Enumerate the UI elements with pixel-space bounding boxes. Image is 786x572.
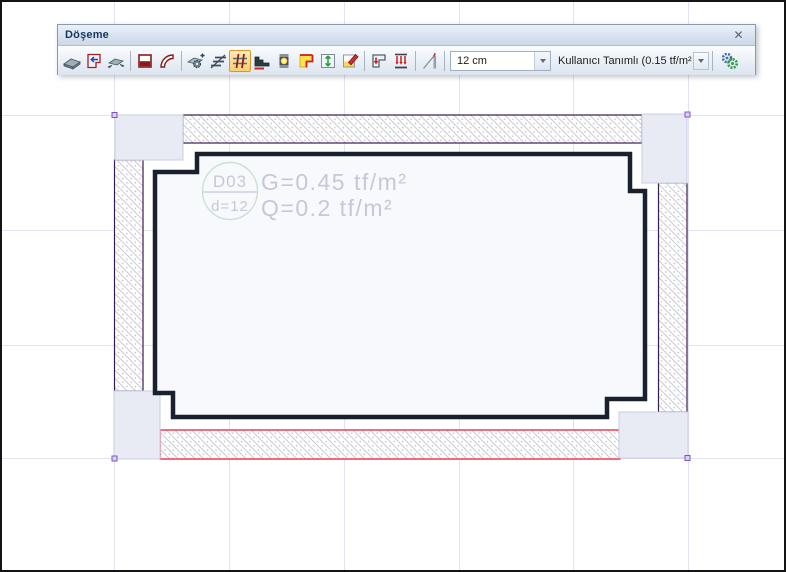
- slab-loads-button[interactable]: [390, 50, 412, 72]
- corner-region-button[interactable]: [295, 50, 317, 72]
- slab-properties-icon: [187, 53, 205, 68]
- column-bottom-right[interactable]: [618, 411, 689, 459]
- gear-icon: [721, 52, 738, 69]
- slab-thickness-text: d=12: [211, 198, 249, 215]
- chevron-down-icon: [698, 58, 704, 63]
- dead-load-text: G=0.45 tf/m²: [261, 169, 407, 195]
- toolbar-separator: [181, 50, 182, 71]
- window-title: Döşeme: [65, 29, 109, 41]
- window-titlebar[interactable]: Döşeme ✕: [58, 25, 755, 46]
- hatch-lines-button[interactable]: [207, 50, 229, 72]
- modify-region-button[interactable]: [339, 50, 361, 72]
- toolbar-separator: [130, 50, 131, 71]
- panel-region-icon: [138, 53, 152, 68]
- column-top-left[interactable]: [114, 114, 184, 161]
- wall-top[interactable]: [182, 114, 643, 144]
- curved-edge-button[interactable]: [156, 50, 178, 72]
- toolbar-separator: [444, 50, 445, 71]
- slab-icon: [63, 58, 81, 70]
- close-icon[interactable]: ✕: [731, 27, 746, 42]
- grip-top-left[interactable]: [111, 112, 118, 118]
- slab-properties-button[interactable]: [185, 50, 207, 72]
- slab-mirror-button[interactable]: [105, 50, 127, 72]
- vertical-extent-icon: [321, 53, 335, 68]
- load-dropdown-button[interactable]: [693, 51, 709, 70]
- slab-thickness-value: 12 cm: [457, 54, 487, 67]
- slab-tool-button[interactable]: [61, 50, 83, 72]
- axes-grid-button[interactable]: [229, 49, 251, 72]
- settings-button[interactable]: [718, 50, 740, 72]
- slab-loads-icon: [395, 53, 407, 68]
- wall-bottom-selected[interactable]: [159, 429, 621, 460]
- vertical-extent-button[interactable]: [317, 50, 339, 72]
- inclined-slab-button[interactable]: [419, 50, 441, 72]
- curved-edge-icon: [160, 53, 174, 68]
- thickness-dropdown-button[interactable]: [534, 51, 550, 70]
- modify-region-icon: [343, 53, 359, 67]
- axes-grid-icon: [233, 53, 247, 68]
- wall-left[interactable]: [113, 159, 144, 392]
- grip-bottom-right[interactable]: [684, 455, 691, 461]
- drop-panel-button[interactable]: [368, 50, 390, 72]
- grip-top-right[interactable]: [684, 111, 691, 118]
- slab-load-combobox[interactable]: Kullanıcı Tanımlı (0.15 tf/m²: [556, 51, 709, 71]
- toolbar-separator: [712, 50, 713, 71]
- stepped-slab-button[interactable]: [251, 50, 273, 72]
- column-top-right[interactable]: [641, 113, 688, 184]
- slab-light-icon: [279, 53, 289, 68]
- slab-label: D03 d=12 G=0.45 tf/m² Q=0.2 tf/m²: [201, 161, 407, 221]
- drop-panel-icon: [372, 53, 386, 68]
- slab-light-button[interactable]: [273, 50, 295, 72]
- column-bottom-left[interactable]: [113, 390, 161, 460]
- slab-load-value: Kullanıcı Tanımlı (0.15 tf/m²: [558, 54, 692, 67]
- stepped-slab-icon: [254, 56, 270, 69]
- slab-toolbar: 12 cm Kullanıcı Tanımlı (0.15 tf/m²: [58, 46, 755, 75]
- panel-region-button[interactable]: [134, 50, 156, 72]
- grip-bottom-left[interactable]: [111, 455, 118, 462]
- toolbar-separator: [415, 50, 416, 71]
- slab-thickness-combobox[interactable]: 12 cm: [450, 50, 551, 71]
- toolbar-separator: [364, 50, 365, 71]
- corner-region-icon: [299, 53, 314, 67]
- hatch-lines-icon: [210, 54, 226, 68]
- inclined-slab-icon: [423, 52, 437, 69]
- drawing-canvas[interactable]: D03 d=12 G=0.45 tf/m² Q=0.2 tf/m²: [0, 0, 786, 572]
- slab-by-outline-button[interactable]: [83, 50, 105, 72]
- slab-by-outline-icon: [87, 53, 101, 68]
- slab-tool-window: Döşeme ✕ 12 cm Kullanıcı Tanımlı (0.15 t…: [57, 24, 756, 75]
- slab-id-text: D03: [213, 172, 247, 191]
- chevron-down-icon: [539, 58, 546, 63]
- live-load-text: Q=0.2 tf/m²: [261, 195, 393, 221]
- slab-mirror-icon: [107, 58, 125, 68]
- wall-right[interactable]: [657, 182, 688, 413]
